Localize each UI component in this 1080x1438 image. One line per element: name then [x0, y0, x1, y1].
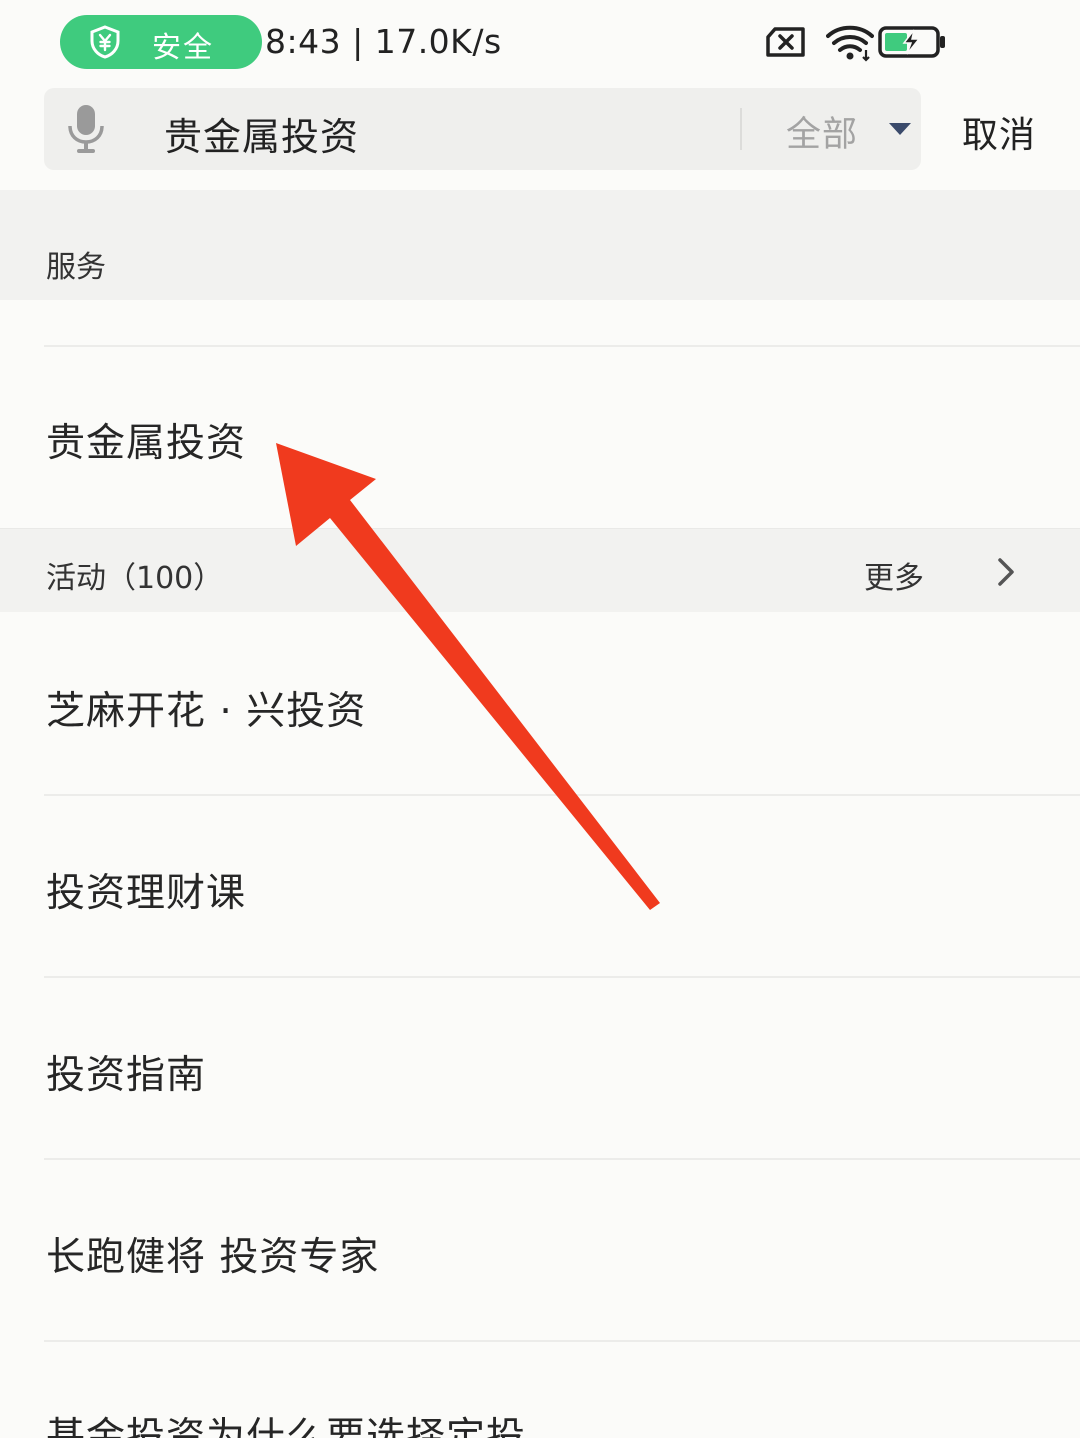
- wifi-icon: [826, 25, 874, 62]
- section-header-service: 服务: [0, 190, 1080, 300]
- list-item-label: 贵金属投资: [46, 421, 247, 466]
- section-title-activity: 活动（100）: [46, 561, 224, 596]
- list-item-activity[interactable]: 投资理财课: [0, 796, 1080, 976]
- shield-yuan-icon: [90, 25, 120, 59]
- list-item-activity[interactable]: 基金投资为什么要选择定投: [0, 1342, 1080, 1438]
- list-item-label: 基金投资为什么要选择定投: [46, 1415, 527, 1438]
- list-item-activity[interactable]: 芝麻开花 · 兴投资: [0, 612, 1080, 794]
- search-scope-dropdown[interactable]: 全部: [786, 106, 916, 155]
- search-input[interactable]: 贵金属投资: [164, 106, 359, 161]
- divider: [44, 345, 1080, 347]
- list-item-label: 投资理财课: [46, 871, 247, 916]
- list-item-label: 长跑健将 投资专家: [46, 1235, 380, 1280]
- caret-down-icon: [889, 123, 911, 135]
- search-results-screen: 安全 8:43 | 17.0K/s 贵金属投资 全部 取消 服务 贵金属投资 活…: [0, 0, 1080, 1438]
- list-item-label: 投资指南: [46, 1053, 207, 1098]
- chevron-right-icon[interactable]: [996, 557, 1016, 587]
- cancel-button[interactable]: 取消: [962, 106, 1036, 158]
- security-label: 安全: [152, 30, 215, 64]
- list-item-service[interactable]: 贵金属投资: [0, 348, 1080, 528]
- more-link[interactable]: 更多: [864, 553, 924, 597]
- battery-charging-icon: [878, 26, 945, 58]
- search-bar[interactable]: 贵金属投资 全部: [44, 88, 921, 170]
- microphone-icon[interactable]: [66, 104, 106, 154]
- search-scope-value: 全部: [786, 115, 859, 155]
- list-item-activity[interactable]: 长跑健将 投资专家: [0, 1160, 1080, 1340]
- security-badge[interactable]: 安全: [60, 15, 262, 69]
- section-title-service: 服务: [46, 250, 106, 285]
- list-item-activity[interactable]: 投资指南: [0, 978, 1080, 1158]
- list-item-label: 芝麻开花 · 兴投资: [46, 689, 367, 734]
- search-divider: [740, 108, 742, 150]
- status-bar: 安全 8:43 | 17.0K/s: [0, 0, 1080, 86]
- section-header-activity: 活动（100） 更多: [0, 528, 1080, 612]
- status-time-speed: 8:43 | 17.0K/s: [265, 22, 502, 61]
- no-sim-icon: [766, 27, 805, 57]
